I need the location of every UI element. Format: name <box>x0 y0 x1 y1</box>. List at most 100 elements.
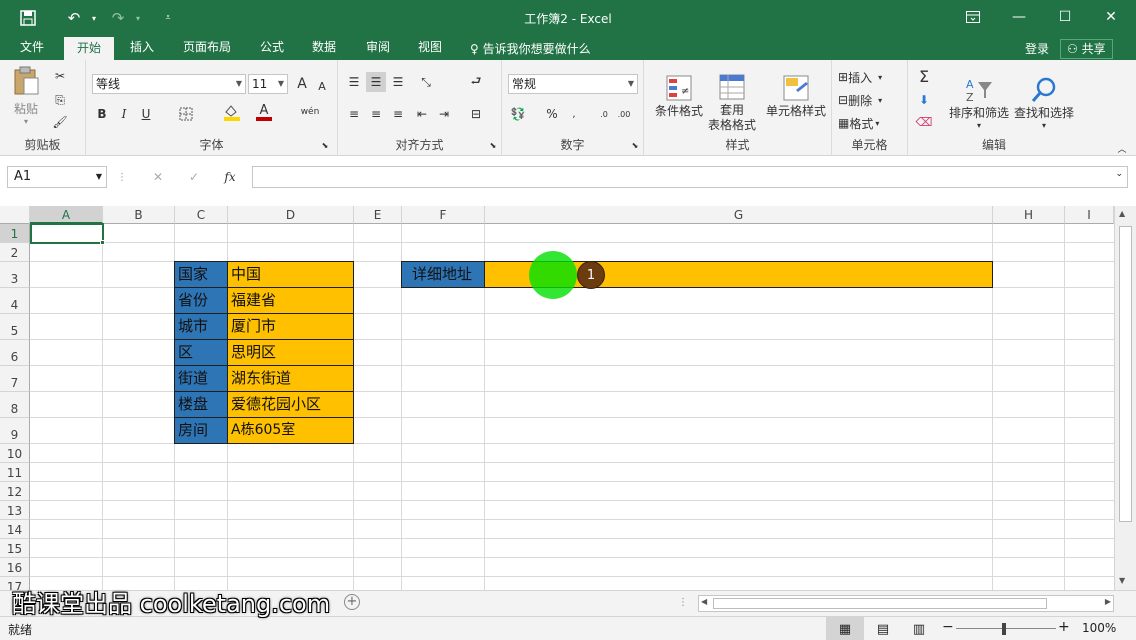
table-label-cell[interactable]: 房间 <box>174 417 228 444</box>
insert-function-icon[interactable]: fx <box>220 167 240 187</box>
tab-home[interactable]: 开始 <box>64 37 114 61</box>
select-all-corner[interactable] <box>0 206 30 224</box>
row-header-15[interactable]: 15 <box>0 539 30 558</box>
row-header-7[interactable]: 7 <box>0 366 30 392</box>
row-header-1[interactable]: 1 <box>0 224 30 243</box>
underline-icon[interactable]: U <box>136 104 156 124</box>
number-format-combo[interactable]: 常规 ▼ <box>508 74 638 94</box>
scroll-thumb[interactable] <box>1119 226 1132 522</box>
cut-icon[interactable]: ✂ <box>50 66 70 86</box>
active-cell-a1[interactable] <box>30 223 104 244</box>
table-label-cell[interactable]: 楼盘 <box>174 391 228 418</box>
table-label-cell[interactable]: 街道 <box>174 365 228 392</box>
row-header-8[interactable]: 8 <box>0 392 30 418</box>
row-header-9[interactable]: 9 <box>0 418 30 444</box>
align-right-icon[interactable]: ≡ <box>388 104 408 124</box>
orientation-icon[interactable]: ⤡ <box>416 72 436 92</box>
column-header-g[interactable]: G <box>485 206 993 224</box>
ribbon-display-icon[interactable] <box>950 0 996 34</box>
wrap-text-icon[interactable]: ⮐ <box>466 72 486 92</box>
tab-page-layout[interactable]: 页面布局 <box>172 36 242 60</box>
align-bottom-icon[interactable]: ☰ <box>388 72 408 92</box>
address-label-cell[interactable]: 详细地址 <box>401 261 485 288</box>
tell-me-search[interactable]: ♀ 告诉我你想要做什么 <box>470 40 591 57</box>
dialog-launcher-icon[interactable]: ⬊ <box>486 138 500 152</box>
format-as-table-button[interactable]: 套用 表格格式 <box>702 66 762 140</box>
tab-view[interactable]: 视图 <box>408 36 452 60</box>
worksheet-grid[interactable]: A B C D E F G H I 1 2 3 4 5 6 7 8 9 10 1… <box>0 206 1136 590</box>
login-link[interactable]: 登录 <box>1025 40 1049 57</box>
italic-icon[interactable]: I <box>114 104 134 124</box>
row-header-5[interactable]: 5 <box>0 314 30 340</box>
percent-icon[interactable]: % <box>542 104 562 124</box>
page-layout-view-icon[interactable]: ▤ <box>868 617 898 640</box>
vertical-scrollbar[interactable]: ▲ ▼ <box>1114 206 1136 590</box>
scroll-down-icon[interactable]: ▼ <box>1119 576 1125 585</box>
expand-formula-icon[interactable]: ⌄ <box>1115 169 1123 179</box>
comma-style-icon[interactable]: , <box>564 104 584 124</box>
minimize-icon[interactable]: — <box>996 0 1042 34</box>
increase-decimal-icon[interactable]: .0 <box>594 104 614 124</box>
table-value-cell[interactable]: 湖东街道 <box>227 365 354 392</box>
clear-icon[interactable]: ⌫ <box>914 112 934 132</box>
decrease-indent-icon[interactable]: ⇤ <box>412 104 432 124</box>
column-header-e[interactable]: E <box>354 206 402 224</box>
sort-filter-button[interactable]: AZ 排序和筛选 ▾ <box>948 66 1010 140</box>
column-header-f[interactable]: F <box>402 206 485 224</box>
dialog-launcher-icon[interactable]: ⬊ <box>318 138 332 152</box>
tab-data[interactable]: 数据 <box>302 36 346 60</box>
align-top-icon[interactable]: ☰ <box>344 72 364 92</box>
font-size-combo[interactable]: 11 ▼ <box>248 74 288 94</box>
column-header-d[interactable]: D <box>228 206 354 224</box>
align-middle-icon[interactable]: ☰ <box>366 72 386 92</box>
cancel-icon[interactable]: ✕ <box>148 167 168 187</box>
tab-formulas[interactable]: 公式 <box>250 36 294 60</box>
page-break-view-icon[interactable]: ▥ <box>904 617 934 640</box>
scroll-right-icon[interactable]: ▶ <box>1105 597 1111 606</box>
enter-icon[interactable]: ✓ <box>184 167 204 187</box>
table-value-cell[interactable]: 福建省 <box>227 287 354 314</box>
column-header-a[interactable]: A <box>30 206 103 224</box>
column-header-i[interactable]: I <box>1065 206 1114 224</box>
currency-icon[interactable]: 💱 <box>508 104 528 124</box>
row-header-10[interactable]: 10 <box>0 444 30 463</box>
row-header-4[interactable]: 4 <box>0 288 30 314</box>
row-header-3[interactable]: 3 <box>0 262 30 288</box>
delete-cells-button[interactable]: ⊟ 删除 ▾ <box>838 91 882 109</box>
table-label-cell[interactable]: 国家 <box>174 261 228 288</box>
grow-font-icon[interactable]: A <box>292 74 312 94</box>
column-header-h[interactable]: H <box>993 206 1065 224</box>
font-color-icon[interactable]: A <box>254 102 274 122</box>
column-header-c[interactable]: C <box>175 206 228 224</box>
add-sheet-icon[interactable]: + <box>344 594 360 610</box>
zoom-out-icon[interactable]: − <box>942 619 954 635</box>
name-box[interactable]: A1 ▼ <box>7 166 107 188</box>
share-button[interactable]: ⚇ 共享 <box>1060 39 1113 59</box>
close-icon[interactable]: ✕ <box>1088 0 1134 34</box>
tab-file[interactable]: 文件 <box>8 36 56 60</box>
formula-input[interactable]: ⌄ <box>252 166 1128 188</box>
zoom-level[interactable]: 100% <box>1082 621 1116 635</box>
shrink-font-icon[interactable]: A <box>312 76 332 96</box>
maximize-icon[interactable]: ☐ <box>1042 0 1088 34</box>
horizontal-scrollbar[interactable]: ◀ ▶ <box>698 595 1114 612</box>
conditional-formatting-button[interactable]: ≠ 条件格式 <box>650 66 708 126</box>
scroll-left-icon[interactable]: ◀ <box>701 597 707 606</box>
row-header-16[interactable]: 16 <box>0 558 30 577</box>
zoom-in-icon[interactable]: + <box>1058 619 1070 635</box>
table-label-cell[interactable]: 区 <box>174 339 228 366</box>
font-name-combo[interactable]: 等线 ▼ <box>92 74 246 94</box>
row-header-13[interactable]: 13 <box>0 501 30 520</box>
fill-handle[interactable] <box>100 240 105 245</box>
bold-icon[interactable]: B <box>92 104 112 124</box>
phonetic-icon[interactable]: wén <box>300 102 320 122</box>
row-header-2[interactable]: 2 <box>0 243 30 262</box>
decrease-decimal-icon[interactable]: .00 <box>614 104 634 124</box>
zoom-slider-thumb[interactable] <box>1002 623 1006 635</box>
table-value-cell[interactable]: 爱德花园小区 <box>227 391 354 418</box>
table-label-cell[interactable]: 省份 <box>174 287 228 314</box>
align-center-icon[interactable]: ≡ <box>366 104 386 124</box>
format-painter-icon[interactable]: 🖌 <box>50 112 70 132</box>
scroll-up-icon[interactable]: ▲ <box>1119 209 1125 218</box>
table-value-cell[interactable]: 思明区 <box>227 339 354 366</box>
